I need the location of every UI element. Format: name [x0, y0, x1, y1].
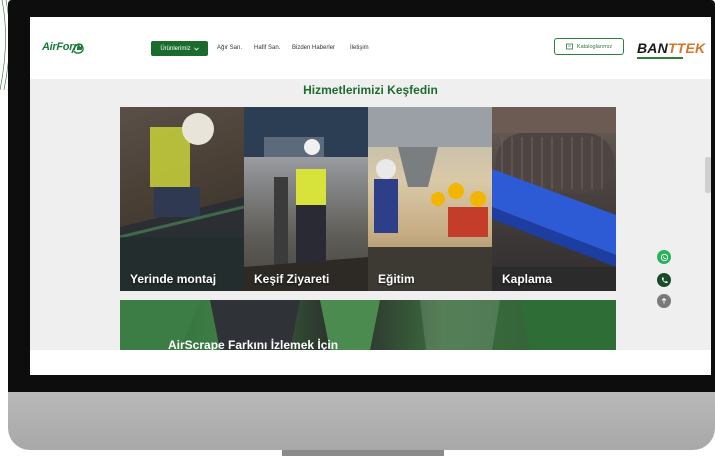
- catalogs-button[interactable]: Kataloglarımız: [554, 38, 624, 55]
- brand-underline: [637, 57, 683, 59]
- monitor-chin: [8, 392, 715, 450]
- monitor-stand: [282, 450, 444, 456]
- service-card-onsite-installation[interactable]: Yerinde montaj: [120, 107, 244, 291]
- products-label: Ürünlerimiz: [160, 45, 191, 52]
- phone-icon: [661, 277, 667, 283]
- video-banner[interactable]: AirScrape Farkını İzlemek İçin: [120, 300, 616, 350]
- brand-part-2: TTEK: [667, 40, 706, 56]
- nav-link-news[interactable]: Bizden Haberler: [292, 45, 335, 51]
- service-card-site-visit[interactable]: Keşif Ziyareti: [244, 107, 368, 291]
- banner-text: AirScrape Farkını İzlemek İçin: [168, 338, 339, 350]
- banttek-logo[interactable]: BANTTEK: [637, 40, 705, 56]
- catalogs-label: Kataloglarımız: [576, 43, 613, 50]
- section-title: Hizmetlerimizi Keşfedin: [303, 83, 438, 97]
- card-label: Eğitim: [378, 272, 415, 286]
- page-footer-strip: [30, 350, 711, 375]
- scroll-top-button[interactable]: [657, 294, 671, 308]
- whatsapp-button[interactable]: [657, 250, 671, 264]
- card-label: Kaplama: [502, 272, 553, 286]
- card-label: Keşif Ziyareti: [254, 272, 330, 286]
- chevron-down-icon: [193, 47, 199, 51]
- arrow-up-icon: [661, 297, 667, 304]
- catalog-icon: [566, 43, 573, 50]
- service-image: [492, 107, 616, 291]
- service-image: [244, 107, 368, 291]
- airform-logo-icon: [71, 43, 84, 54]
- service-card-coating[interactable]: Kaplama: [492, 107, 616, 291]
- card-label: Yerinde montaj: [130, 272, 217, 286]
- service-card-training[interactable]: Eğitim: [368, 107, 492, 291]
- products-dropdown-button[interactable]: Ürünlerimiz: [151, 41, 208, 56]
- service-image: [120, 113, 244, 291]
- brand-part-1: BAN: [637, 40, 668, 56]
- monitor-frame: AirForm Ürünlerimiz Ağır San. Hafif San.…: [8, 0, 715, 392]
- whatsapp-icon: [660, 253, 668, 261]
- nav-link-contact[interactable]: İletişim: [350, 45, 369, 51]
- call-button[interactable]: [657, 273, 671, 287]
- browser-viewport: AirForm Ürünlerimiz Ağır San. Hafif San.…: [30, 17, 711, 375]
- nav-link-light-industry[interactable]: Hafif San.: [254, 45, 280, 51]
- nav-link-heavy-industry[interactable]: Ağır San.: [217, 45, 242, 51]
- service-image: [368, 107, 492, 291]
- site-header: AirForm Ürünlerimiz Ağır San. Hafif San.…: [30, 17, 711, 79]
- scrollbar-thumb[interactable]: [705, 157, 711, 193]
